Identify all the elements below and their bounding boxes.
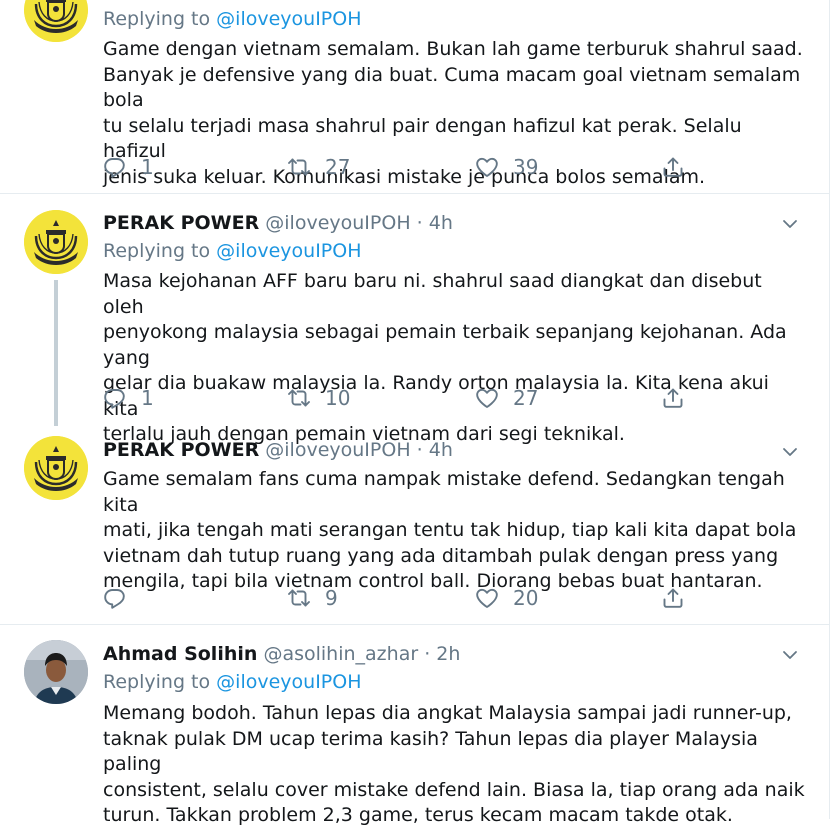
retweet-icon [287,155,311,179]
replying-to: Replying to @iloveyouIPOH [103,8,362,30]
like-button[interactable]: 27 [475,384,538,412]
retweet-button[interactable]: 10 [287,384,350,412]
retweet-button[interactable]: 27 [287,153,350,181]
share-button[interactable] [661,384,685,412]
retweet-button[interactable]: 9 [287,584,338,612]
tweet-header: PERAK POWER @iloveyouIPOH · 4h [103,439,453,461]
share-button[interactable] [661,153,685,181]
perak-emblem-icon [24,210,88,274]
like-count: 20 [513,586,539,610]
avatar[interactable] [24,436,88,500]
reply-icon [103,386,127,410]
tweet-header: Ahmad Solihin @asolihin_azhar · 2h [103,643,460,665]
reply-icon [103,155,127,179]
chevron-down-icon[interactable] [780,442,800,462]
user-photo-icon [24,640,88,704]
avatar[interactable] [24,0,88,42]
share-icon [661,586,685,610]
thread-line [54,280,58,426]
tweet-text: Memang bodoh. Tahun lepas dia angkat Mal… [103,702,805,826]
tweet-1[interactable]: Replying to @iloveyouIPOH Game dengan vi… [0,0,830,193]
author-name[interactable]: PERAK POWER [103,439,259,461]
chevron-down-icon[interactable] [780,645,800,665]
reply-count: 1 [141,155,154,179]
retweet-count: 9 [325,586,338,610]
heart-icon [475,155,499,179]
perak-emblem-icon [24,436,88,500]
author-handle[interactable]: @iloveyouIPOH · 4h [265,212,453,234]
replying-to: Replying to @iloveyouIPOH [103,671,362,693]
share-button[interactable] [661,584,685,612]
chevron-down-icon[interactable] [780,214,800,234]
tweet-text: Game semalam fans cuma nampak mistake de… [103,468,797,592]
replying-prefix: Replying to [103,671,211,693]
reply-button[interactable]: 1 [103,384,154,412]
like-button[interactable]: 39 [475,153,538,181]
heart-icon [475,386,499,410]
like-count: 39 [513,155,539,179]
author-name[interactable]: Ahmad Solihin [103,643,257,665]
replying-to: Replying to @iloveyouIPOH [103,240,362,262]
like-count: 27 [513,386,539,410]
tweet-actions: 1 10 27 [103,384,703,412]
tweet-2[interactable]: PERAK POWER @iloveyouIPOH · 4h Replying … [0,194,830,445]
mention-link[interactable]: @iloveyouIPOH [216,240,361,262]
retweet-count: 10 [325,386,351,410]
tweet-text: Masa kejohanan AFF baru baru ni. shahrul… [103,270,787,445]
author-name[interactable]: PERAK POWER [103,212,259,234]
like-button[interactable]: 20 [475,584,538,612]
avatar[interactable] [24,640,88,704]
mention-link[interactable]: @iloveyouIPOH [216,671,361,693]
share-icon [661,386,685,410]
tweet-header: PERAK POWER @iloveyouIPOH · 4h [103,212,453,234]
reply-button[interactable]: 1 [103,153,154,181]
share-icon [661,155,685,179]
retweet-icon [287,386,311,410]
tweet-actions: 1 27 39 [103,153,703,181]
tweet-actions: 9 20 [103,584,703,612]
replying-prefix: Replying to [103,240,211,262]
reply-icon [103,586,127,610]
mention-link[interactable]: @iloveyouIPOH [216,8,361,30]
reply-count: 1 [141,386,154,410]
avatar[interactable] [24,210,88,274]
heart-icon [475,586,499,610]
tweet-4[interactable]: Ahmad Solihin @asolihin_azhar · 2h Reply… [0,625,830,826]
retweet-count: 27 [325,155,351,179]
author-handle[interactable]: @iloveyouIPOH · 4h [265,439,453,461]
perak-emblem-icon [24,0,88,42]
reply-button[interactable] [103,584,141,612]
author-handle[interactable]: @asolihin_azhar · 2h [263,643,460,665]
retweet-icon [287,586,311,610]
tweet-3[interactable]: PERAK POWER @iloveyouIPOH · 4h Game sema… [0,426,830,624]
replying-prefix: Replying to [103,8,211,30]
